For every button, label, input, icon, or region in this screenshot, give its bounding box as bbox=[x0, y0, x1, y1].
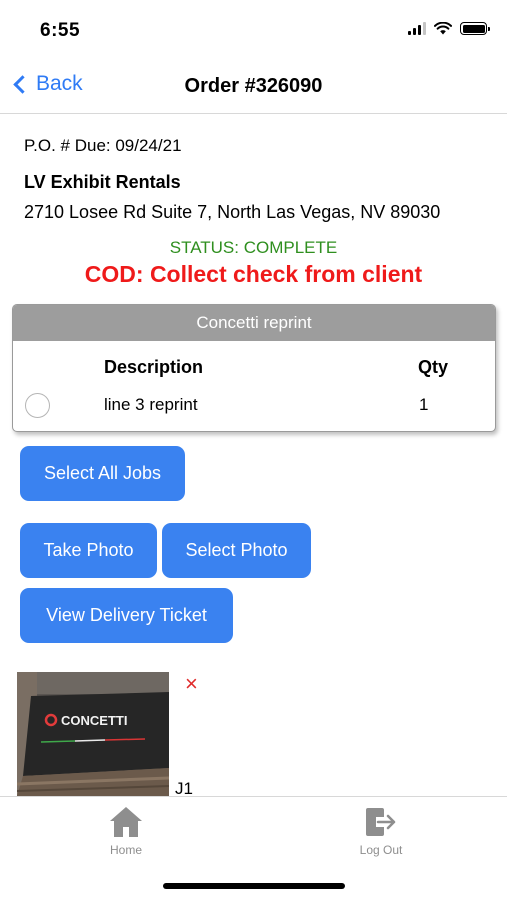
home-icon bbox=[110, 807, 142, 837]
tab-home[interactable]: Home bbox=[71, 805, 181, 857]
select-all-jobs-button[interactable]: Select All Jobs bbox=[20, 446, 185, 501]
job-title: Concetti reprint bbox=[13, 305, 495, 341]
status-bar: 6:55 bbox=[0, 0, 507, 62]
take-photo-button[interactable]: Take Photo bbox=[20, 523, 157, 578]
job-line-description: line 3 reprint bbox=[104, 395, 198, 414]
tab-log-out[interactable]: Log Out bbox=[326, 805, 436, 857]
battery-icon bbox=[460, 22, 490, 35]
status-time: 6:55 bbox=[40, 20, 81, 41]
job-card: Concetti reprint Description Qty line 3 … bbox=[12, 304, 496, 432]
cod-notice: COD: Collect check from client bbox=[84, 261, 423, 287]
logout-icon bbox=[366, 808, 396, 836]
description-column-header: Description bbox=[104, 357, 204, 377]
job-line-qty: 1 bbox=[419, 395, 429, 414]
tab-log-out-label: Log Out bbox=[359, 843, 403, 857]
wifi-icon bbox=[434, 22, 452, 35]
po-due-date: P.O. # Due: 09/24/21 bbox=[24, 136, 182, 155]
cellular-signal-icon bbox=[408, 22, 426, 35]
remove-photo-icon[interactable]: × bbox=[185, 673, 198, 695]
job-select-radio[interactable] bbox=[25, 393, 50, 418]
order-status: STATUS: COMPLETE bbox=[169, 238, 338, 257]
nav-bar: Back Order #326090 bbox=[0, 62, 507, 114]
view-delivery-ticket-button[interactable]: View Delivery Ticket bbox=[20, 588, 233, 643]
photo-image: CONCETTI bbox=[17, 672, 169, 796]
client-name: LV Exhibit Rentals bbox=[24, 172, 181, 192]
client-address: 2710 Losee Rd Suite 7, North Las Vegas, … bbox=[24, 202, 441, 222]
tab-home-label: Home bbox=[109, 843, 142, 857]
photo-thumbnail[interactable]: CONCETTI bbox=[17, 672, 169, 796]
home-indicator bbox=[163, 883, 345, 889]
qty-column-header: Qty bbox=[418, 357, 449, 377]
photo-logo-text: CONCETTI bbox=[61, 713, 127, 728]
select-photo-button[interactable]: Select Photo bbox=[162, 523, 311, 578]
page-title: Order #326090 bbox=[184, 75, 323, 97]
status-icons bbox=[408, 22, 490, 35]
